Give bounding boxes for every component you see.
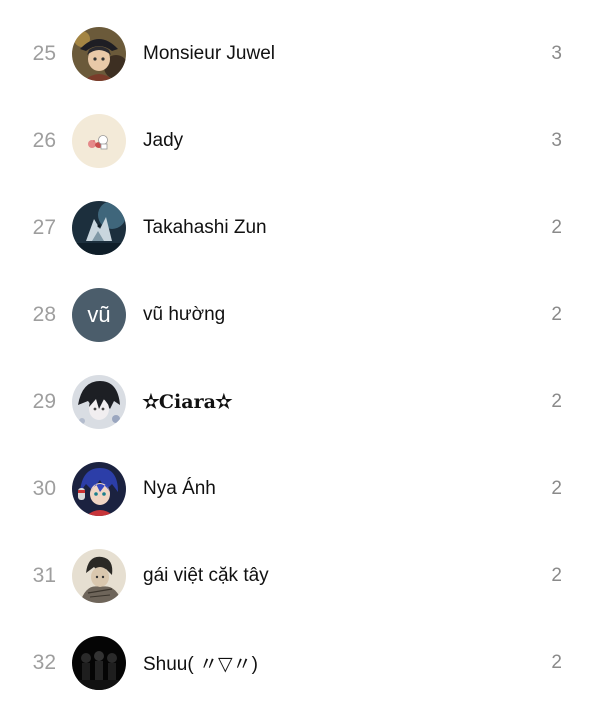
avatar[interactable] [72, 26, 126, 81]
avatar[interactable] [72, 200, 126, 255]
list-item[interactable]: 26 Jady 3 [0, 97, 600, 184]
avatar[interactable] [72, 374, 126, 429]
avatar[interactable]: vũ [72, 287, 126, 342]
rank-number: 32 [32, 650, 56, 674]
avatar[interactable] [72, 113, 126, 168]
message-count: 2 [551, 651, 562, 673]
member-name: gái việt cặk tây [143, 564, 269, 586]
member-name: Takahashi Zun [143, 216, 267, 238]
list-item[interactable]: 25 Monsieur Juwel 3 [0, 10, 600, 97]
cute-sticker-avatar-icon [72, 113, 126, 168]
list-item[interactable]: 30 Nya Ánh 2 [0, 445, 600, 532]
list-item[interactable]: 29 ✫Ciara✫ 2 [0, 358, 600, 445]
dark-group-avatar-icon [72, 635, 126, 690]
anime-boy-hat-avatar-icon [72, 26, 126, 81]
member-name: Shuu( 〃▽〃) [143, 654, 258, 675]
list-item[interactable]: 27 Takahashi Zun 2 [0, 184, 600, 271]
rank-number: 29 [32, 389, 56, 413]
member-name: vũ hường [143, 303, 226, 325]
list-item[interactable]: 31 gái việt cặk tây 2 [0, 532, 600, 619]
rank-number: 30 [32, 476, 56, 500]
manga-sketch-avatar-icon [72, 548, 126, 603]
member-name: Jady [143, 129, 184, 151]
member-ranking-list: 25 Monsieur Juwel 3 26 Jady 3 27 Takahas… [0, 0, 600, 712]
anime-headphones-avatar-icon [72, 461, 126, 516]
message-count: 2 [551, 390, 562, 412]
message-count: 3 [551, 42, 562, 64]
list-item[interactable]: 28 vũ vũ hường 2 [0, 271, 600, 358]
avatar[interactable] [72, 548, 126, 603]
message-count: 2 [551, 303, 562, 325]
message-count: 2 [551, 216, 562, 238]
message-count: 2 [551, 477, 562, 499]
member-name: Monsieur Juwel [143, 42, 275, 64]
anime-bw-avatar-icon [72, 374, 126, 429]
rank-number: 27 [32, 215, 56, 239]
rank-number: 26 [32, 128, 56, 152]
avatar[interactable] [72, 635, 126, 690]
rank-number: 25 [32, 41, 56, 65]
message-count: 3 [551, 129, 562, 151]
member-name: ✫Ciara✫ [143, 390, 232, 413]
list-item[interactable]: 32 Shuu( 〃▽〃) 2 [0, 619, 600, 706]
member-name: Nya Ánh [143, 477, 216, 499]
rank-number: 31 [32, 563, 56, 587]
dark-wolf-avatar-icon [72, 200, 126, 255]
message-count: 2 [551, 564, 562, 586]
avatar[interactable] [72, 461, 126, 516]
rank-number: 28 [32, 302, 56, 326]
